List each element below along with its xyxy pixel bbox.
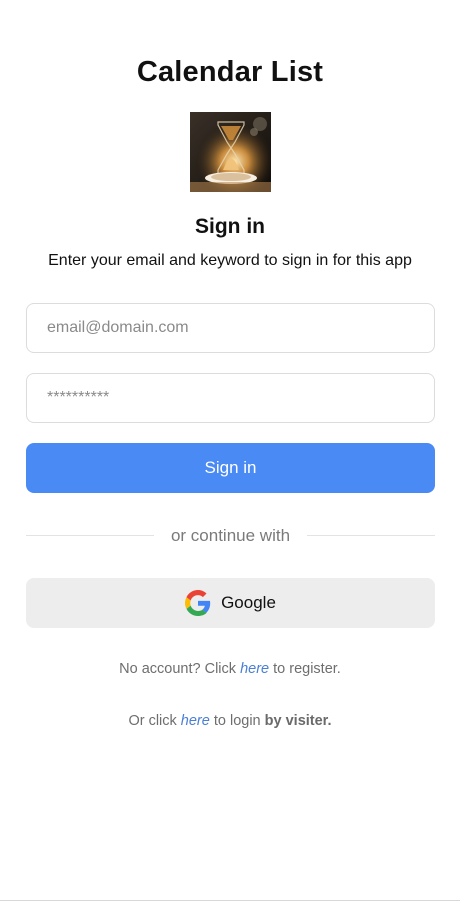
page-title: Calendar List	[136, 56, 324, 88]
visitor-middle: to login	[209, 713, 265, 729]
bottom-divider	[0, 900, 460, 901]
visitor-login-link[interactable]: here	[181, 713, 210, 729]
visitor-bold: by visiter.	[264, 713, 332, 729]
register-prefix: No account? Click	[119, 661, 241, 677]
divider: or continue with	[26, 524, 435, 548]
register-note: No account? Click here to register.	[0, 658, 460, 680]
google-signin-button[interactable]: Google	[26, 578, 435, 628]
google-button-label: Google	[221, 593, 276, 612]
email-field[interactable]	[26, 303, 435, 353]
divider-text: or continue with	[170, 526, 291, 545]
password-field[interactable]	[26, 373, 435, 423]
divider-line-right	[307, 535, 435, 536]
register-suffix: to register.	[269, 661, 341, 677]
hourglass-image	[190, 112, 271, 192]
signin-description: Enter your email and keyword to sign in …	[48, 252, 412, 269]
signin-heading: Sign in	[195, 215, 265, 238]
register-link[interactable]: here	[240, 661, 269, 677]
visitor-note: Or click here to login by visiter.	[0, 710, 460, 732]
google-icon	[185, 590, 211, 616]
sign-in-button[interactable]: Sign in	[26, 443, 435, 493]
visitor-prefix: Or click	[128, 713, 181, 729]
